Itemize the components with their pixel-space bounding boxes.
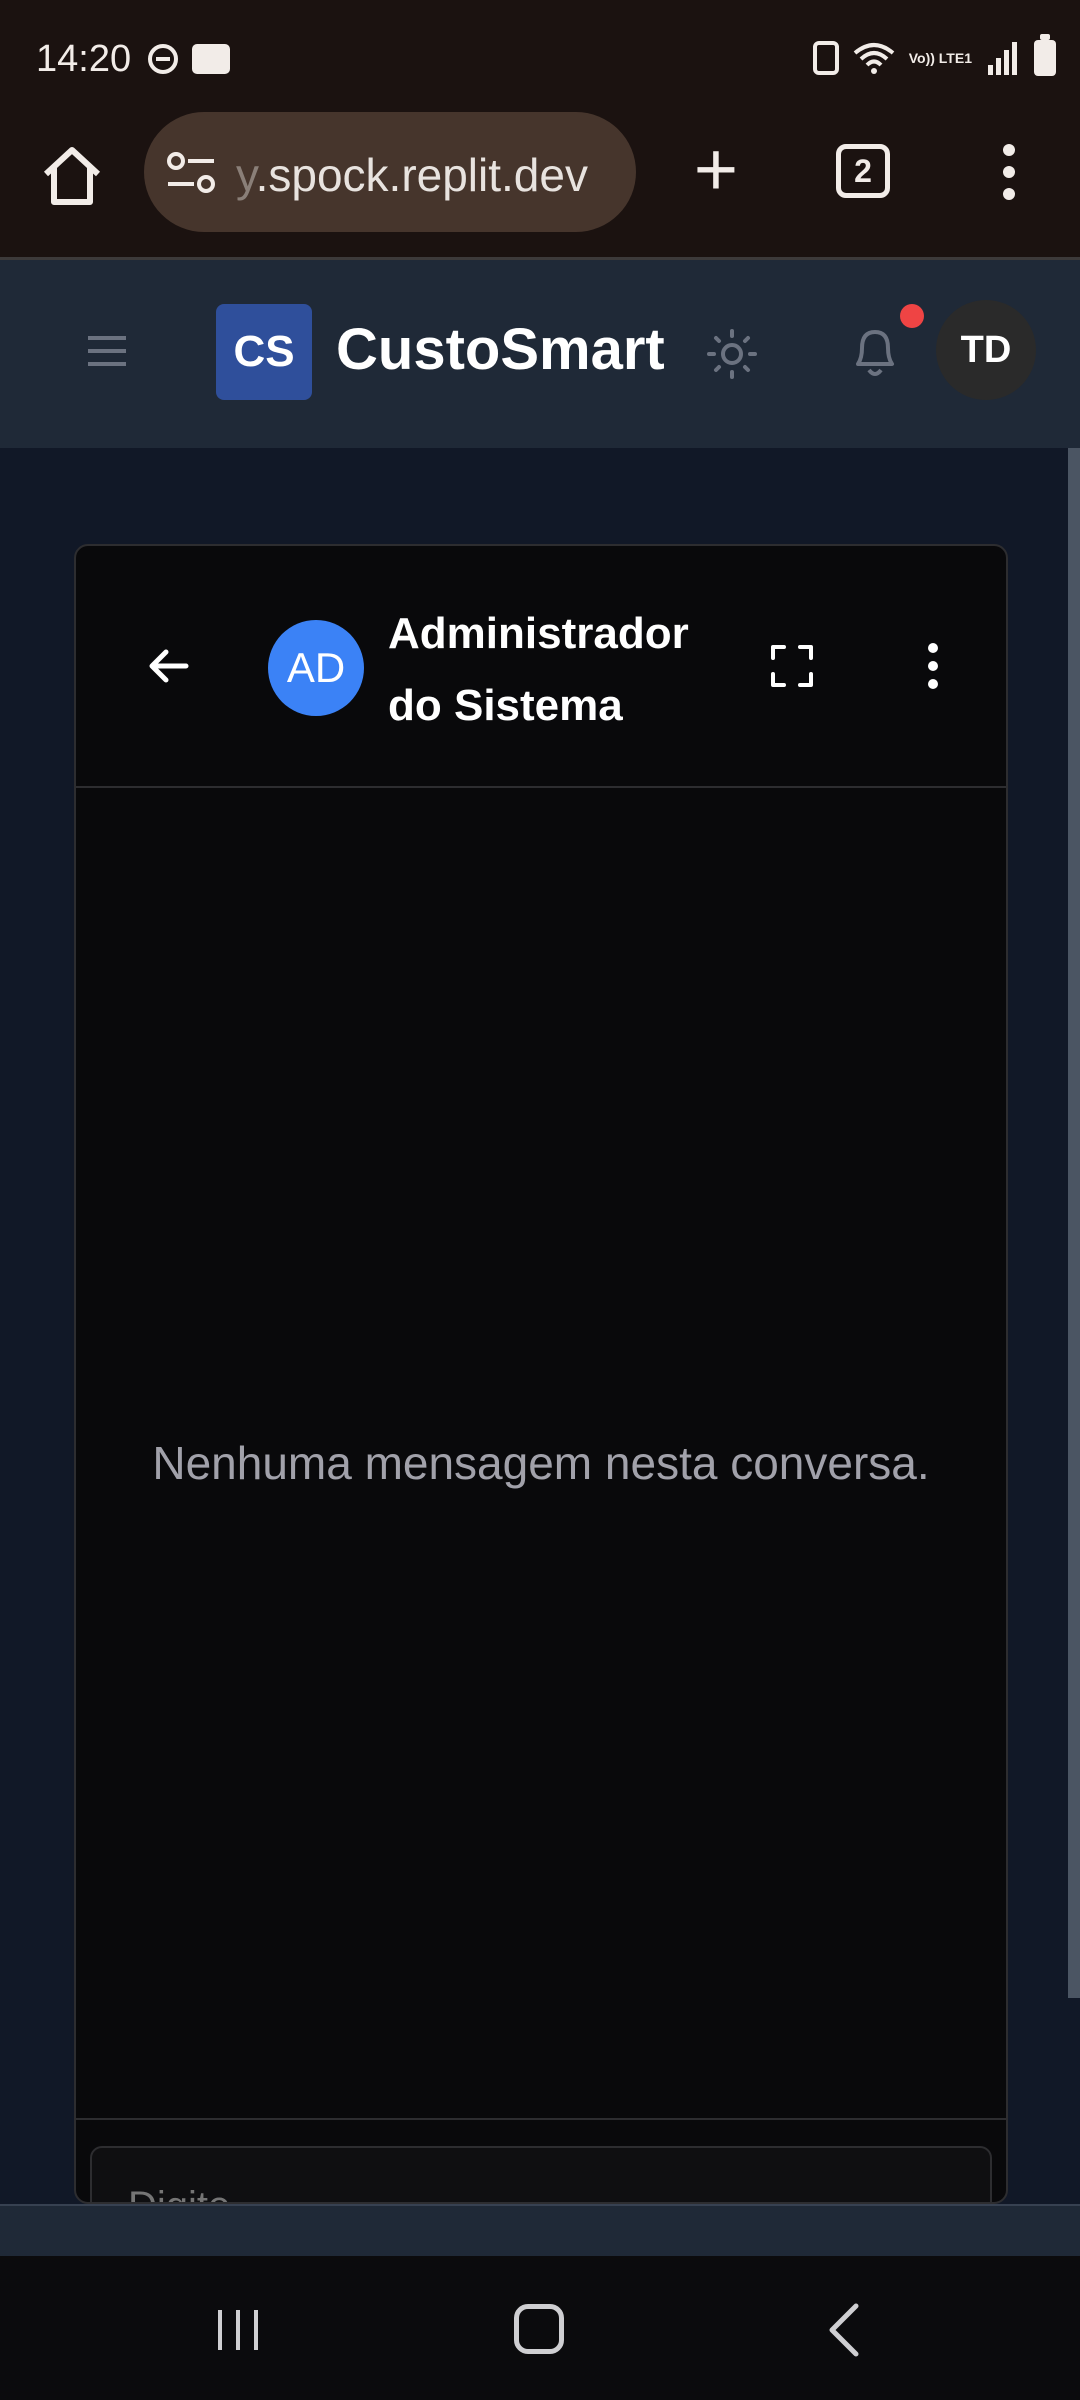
notifications-icon[interactable] — [850, 324, 900, 380]
wifi-icon — [853, 43, 895, 74]
page-scrollbar[interactable] — [1068, 448, 1080, 1998]
recent-apps-icon[interactable] — [214, 2306, 262, 2354]
browser-menu-icon[interactable] — [990, 142, 1028, 202]
status-icons: Vo)) LTE1 — [812, 34, 1056, 80]
chat-panel: AD Administrador do Sistema Nenhuma mens… — [74, 544, 1008, 2204]
user-avatar[interactable]: TD — [936, 300, 1036, 400]
system-navigation-bar — [0, 2256, 1080, 2400]
home-button-icon[interactable] — [514, 2304, 564, 2354]
chat-options-icon[interactable] — [926, 642, 940, 690]
network-label: Vo)) LTE1 — [908, 49, 972, 66]
app-logo: CS — [216, 304, 312, 400]
address-bar[interactable]: y.spock.replit.dev — [144, 112, 636, 232]
voicemail-icon — [192, 44, 230, 74]
app-title: CustoSmart — [336, 317, 665, 382]
message-input[interactable] — [90, 2146, 992, 2202]
browser-toolbar: y.spock.replit.dev + 2 — [0, 112, 1080, 260]
sim-icon — [812, 41, 839, 75]
tab-switcher-button[interactable]: 2 — [836, 144, 890, 198]
chat-header: AD Administrador do Sistema — [76, 546, 1006, 788]
home-icon[interactable] — [38, 142, 106, 210]
url-domain: .spock.replit.dev — [255, 149, 588, 201]
do-not-disturb-icon — [148, 44, 178, 74]
status-time: 14:20 — [36, 38, 132, 80]
url-text: y.spock.replit.dev — [236, 148, 616, 202]
message-composer — [76, 2118, 1006, 2202]
fullscreen-icon[interactable] — [770, 644, 814, 688]
notification-badge — [900, 304, 924, 328]
status-bar: 14:20 Vo)) LTE1 — [0, 0, 1080, 112]
battery-icon — [1034, 34, 1056, 76]
back-icon[interactable] — [826, 2302, 862, 2358]
app-header: CS CustoSmart TD — [0, 260, 1080, 448]
menu-icon[interactable] — [88, 334, 126, 368]
new-tab-button[interactable]: + — [684, 132, 748, 210]
empty-conversation-message: Nenhuma mensagem nesta conversa. — [152, 1437, 930, 1489]
signal-icon — [988, 42, 1017, 75]
back-arrow-icon[interactable] — [146, 644, 190, 688]
contact-name: Administrador do Sistema — [388, 609, 689, 730]
contact-avatar: AD — [268, 620, 364, 716]
theme-toggle-icon[interactable] — [706, 328, 758, 380]
page-footer-edge — [0, 2204, 1080, 2256]
url-fade: y — [236, 149, 256, 201]
site-settings-icon[interactable] — [166, 150, 216, 196]
